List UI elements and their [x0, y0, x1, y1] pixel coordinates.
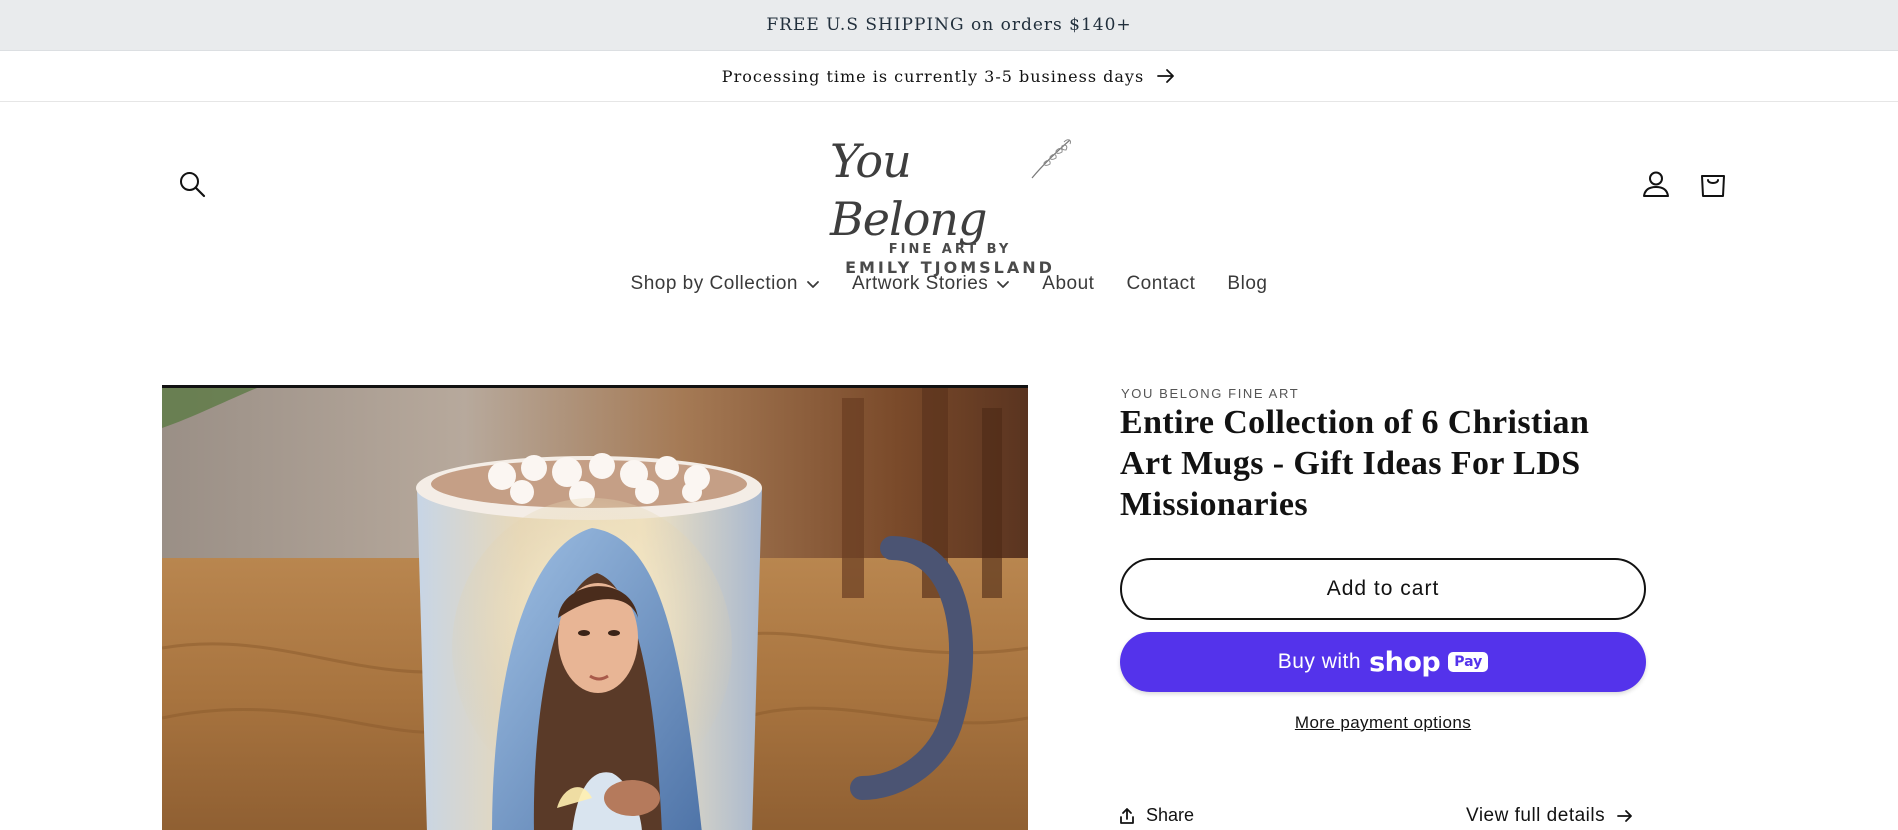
logo-subtitle-line1: FINE ART BY — [888, 242, 1012, 257]
add-to-cart-button[interactable]: Add to cart — [1120, 558, 1646, 620]
search-button[interactable] — [172, 164, 212, 204]
announcement-bar-shipping: FREE U.S SHIPPING on orders $140+ — [0, 0, 1898, 51]
nav-item-label: Contact — [1126, 273, 1196, 294]
nav-item-label: Artwork Stories — [851, 273, 989, 294]
product-vendor: YOU BELONG FINE ART — [1121, 386, 1300, 401]
main-navigation: Shop by Collection Artwork Stories About… — [0, 262, 1898, 306]
buy-with-label: Buy with — [1277, 650, 1362, 673]
shop-logo-text: shop — [1369, 646, 1441, 678]
arrow-right-icon — [1617, 810, 1633, 822]
share-button[interactable]: Share — [1118, 805, 1194, 826]
view-full-details-link[interactable]: View full details — [1466, 805, 1633, 827]
product-photo-mug — [162, 388, 1028, 830]
nav-item-about[interactable]: About — [1026, 273, 1110, 295]
nav-item-shop-by-collection[interactable]: Shop by Collection — [615, 273, 836, 295]
arrow-right-icon — [1157, 69, 1175, 83]
leaf-sprig-icon — [1031, 139, 1071, 179]
nav-item-contact[interactable]: Contact — [1110, 273, 1211, 295]
shipping-announcement-text: FREE U.S SHIPPING on orders $140+ — [766, 15, 1132, 35]
account-icon — [1643, 171, 1669, 197]
buy-with-shop-pay-button[interactable]: Buy with shop Pay — [1120, 632, 1646, 692]
product-title: Entire Collection of 6 Christian Art Mug… — [1120, 404, 1590, 523]
view-details-label: View full details — [1466, 805, 1606, 826]
search-icon — [180, 172, 206, 198]
nav-item-label: Shop by Collection — [630, 273, 798, 294]
nav-item-blog[interactable]: Blog — [1211, 273, 1283, 295]
nav-item-label: Blog — [1227, 273, 1268, 294]
nav-item-label: About — [1042, 273, 1095, 294]
account-button[interactable] — [1636, 164, 1676, 204]
share-icon — [1120, 807, 1134, 824]
product-image[interactable] — [162, 385, 1028, 830]
site-logo[interactable]: You Belong FINE ART BY EMILY TJOMSLAND — [830, 132, 1071, 277]
share-label: Share — [1146, 805, 1195, 825]
announcement-bar-processing[interactable]: Processing time is currently 3-5 busines… — [0, 51, 1898, 102]
nav-item-artwork-stories[interactable]: Artwork Stories — [836, 273, 1026, 295]
more-payment-options-link[interactable]: More payment options — [1120, 713, 1646, 733]
chevron-down-icon — [997, 281, 1010, 288]
chevron-down-icon — [807, 281, 819, 288]
cart-button[interactable] — [1693, 164, 1733, 204]
processing-announcement-text: Processing time is currently 3-5 busines… — [721, 66, 1145, 86]
pay-badge: Pay — [1448, 652, 1489, 672]
cart-icon — [1701, 175, 1725, 197]
